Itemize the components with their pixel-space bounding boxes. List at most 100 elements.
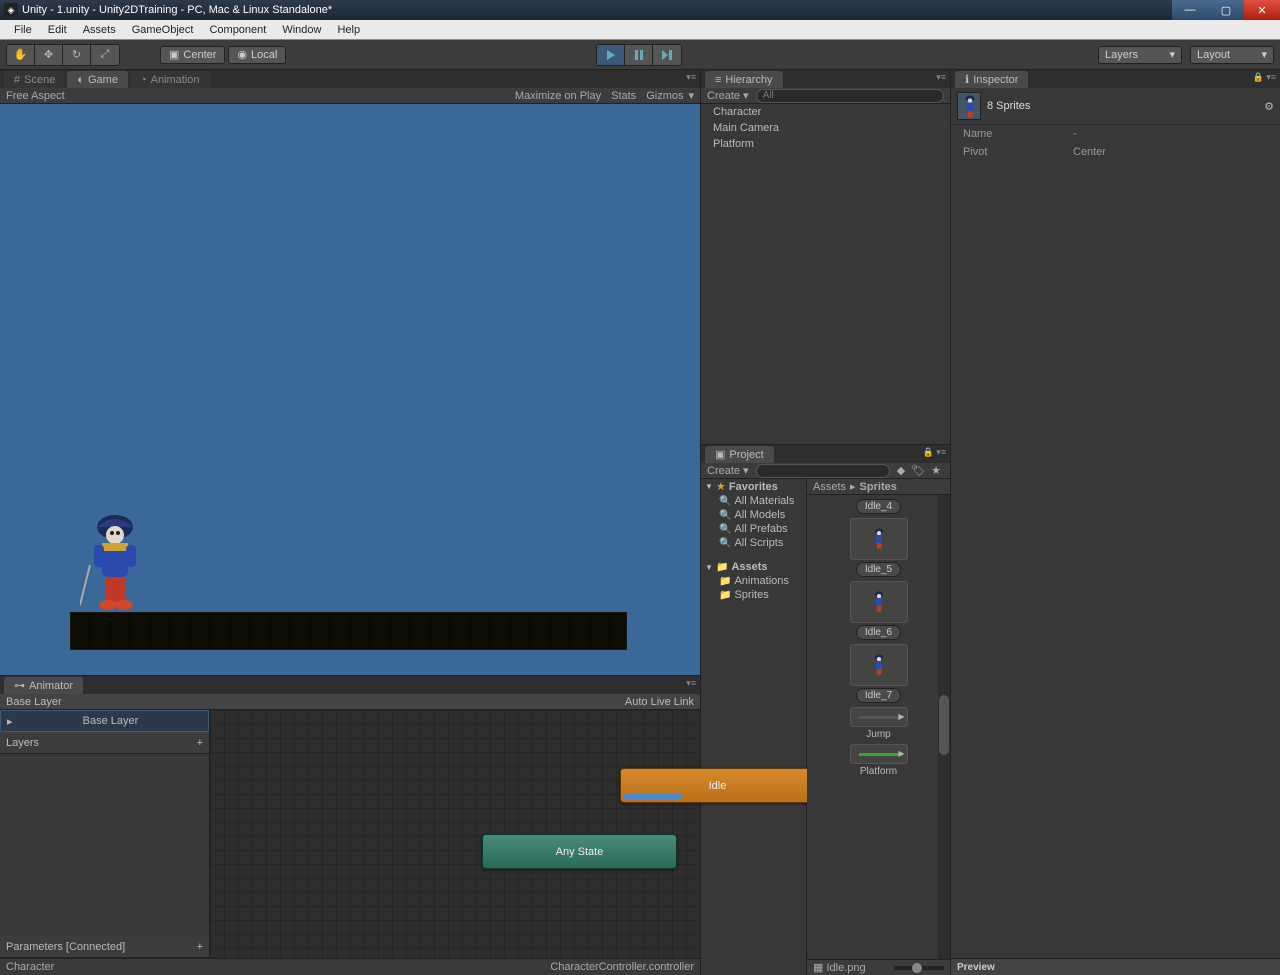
chevron-down-icon[interactable]: ▾ (688, 89, 694, 102)
panel-options-icon[interactable]: 🔒 ▾≡ (923, 447, 946, 458)
rotate-tool[interactable]: ↻ (63, 45, 91, 65)
state-node-anystate[interactable]: Any State (482, 834, 677, 869)
menu-component[interactable]: Component (201, 20, 274, 40)
asset-item[interactable]: Idle_6 (839, 581, 919, 640)
hierarchy-item[interactable]: Character (701, 104, 950, 120)
view-tabs: #Scene ◐Game ◔Animation ▾≡ (0, 70, 700, 88)
project-tree[interactable]: ▼★Favorites 🔍All Materials 🔍All Models 🔍… (701, 479, 807, 975)
favorite-item[interactable]: 🔍All Models (701, 508, 806, 522)
scale-tool[interactable]: ⤢ (91, 45, 119, 65)
favorite-item[interactable]: 🔍All Scripts (701, 536, 806, 550)
animator-panel: ⊶Animator ▾≡ Base Layer Auto Live Link ▸… (0, 675, 700, 975)
panel-options-icon[interactable]: ▾≡ (936, 72, 946, 83)
step-button[interactable] (653, 45, 681, 65)
folder-item[interactable]: 📁Animations (701, 574, 806, 588)
menu-assets[interactable]: Assets (75, 20, 124, 40)
aspect-dropdown[interactable]: Free Aspect (6, 90, 65, 102)
tab-game[interactable]: ◐Game (67, 71, 128, 88)
scrollbar[interactable] (938, 495, 950, 959)
play-button[interactable] (597, 45, 625, 65)
close-button[interactable]: ✕ (1244, 0, 1280, 20)
center-icon: ▣ (169, 48, 179, 61)
project-search-input[interactable] (756, 464, 890, 478)
game-view-toolbar: Free Aspect Maximize on Play Stats Gizmo… (0, 88, 700, 104)
scene-icon: # (14, 74, 20, 86)
project-grid[interactable]: Idle_4 Idle_5 Idle_6 Idle_7 ▶Jump ▶Platf… (807, 495, 950, 959)
asset-item[interactable]: ▶Platform (839, 744, 919, 777)
filter-icon[interactable]: ◆ (894, 464, 908, 477)
menu-edit[interactable]: Edit (40, 20, 75, 40)
play-indicator-icon: ▸ (7, 715, 19, 728)
animator-icon: ⊶ (14, 679, 25, 692)
stats-toggle[interactable]: Stats (606, 90, 641, 102)
asset-item[interactable]: Idle_5 (839, 518, 919, 577)
handle-rotation-toggle[interactable]: ◉Local (228, 46, 286, 64)
tab-inspector[interactable]: ℹInspector (955, 71, 1028, 88)
local-icon: ◉ (237, 48, 247, 61)
minimize-button[interactable]: — (1172, 0, 1208, 20)
panel-options-icon[interactable]: ▾≡ (686, 72, 696, 83)
hierarchy-create-dropdown[interactable]: Create (707, 90, 740, 102)
panel-options-icon[interactable]: 🔒 ▾≡ (1253, 72, 1276, 83)
maximize-on-play-toggle[interactable]: Maximize on Play (510, 90, 606, 102)
tab-animation[interactable]: ◔Animation (130, 71, 210, 88)
project-create-dropdown[interactable]: Create (707, 465, 740, 477)
pause-button[interactable] (625, 45, 653, 65)
favorite-item[interactable]: 🔍All Prefabs (701, 522, 806, 536)
tab-hierarchy[interactable]: ≡Hierarchy (705, 71, 783, 88)
maximize-button[interactable]: ▢ (1208, 0, 1244, 20)
panel-options-icon[interactable]: ▾≡ (686, 678, 696, 689)
menu-window[interactable]: Window (274, 20, 329, 40)
asset-item[interactable]: ▶Jump (839, 707, 919, 740)
hierarchy-search-input[interactable] (756, 89, 944, 103)
sprite-icon: ▦ (813, 962, 823, 974)
main-toolbar: ✋ ✥ ↻ ⤢ ▣Center ◉Local Layers▾ Layout▾ (0, 40, 1280, 70)
sprite-preview-icon (957, 92, 981, 120)
project-statusbar: ▦ Idle.png (807, 959, 950, 975)
layers-header: Layers + (0, 732, 209, 754)
add-parameter-button[interactable]: + (197, 941, 203, 953)
menu-bar: File Edit Assets GameObject Component Wi… (0, 20, 1280, 40)
state-node-idle[interactable]: Idle (620, 768, 815, 803)
tab-scene[interactable]: #Scene (4, 71, 65, 88)
folder-item[interactable]: 📁Sprites (701, 588, 806, 602)
animator-layer-base[interactable]: ▸ Base Layer (0, 710, 209, 732)
animator-breadcrumb[interactable]: Base Layer (6, 696, 62, 708)
platform-sprite (70, 612, 627, 650)
project-panel: ▣Project 🔒 ▾≡ Create▾ ◆ 🏷 ★ ▼★Favorites … (701, 444, 950, 975)
menu-gameobject[interactable]: GameObject (124, 20, 202, 40)
favorites-header[interactable]: ▼★Favorites (701, 479, 806, 494)
gear-icon[interactable]: ⚙ (1264, 100, 1274, 113)
layout-dropdown[interactable]: Layout▾ (1190, 46, 1274, 64)
hierarchy-list[interactable]: Character Main Camera Platform (701, 104, 950, 444)
assets-header[interactable]: ▼📁Assets (701, 560, 806, 574)
auto-live-link-toggle[interactable]: Auto Live Link (625, 696, 694, 708)
favorite-item[interactable]: 🔍All Materials (701, 494, 806, 508)
hand-tool[interactable]: ✋ (7, 45, 35, 65)
asset-item[interactable]: Idle_4 (839, 499, 919, 514)
layers-dropdown[interactable]: Layers▾ (1098, 46, 1182, 64)
animator-statusbar: Character CharacterController.controller (0, 958, 700, 975)
asset-item[interactable]: Idle_7 (839, 644, 919, 703)
hierarchy-item[interactable]: Platform (701, 136, 950, 152)
menu-help[interactable]: Help (329, 20, 368, 40)
chevron-down-icon: ▾ (740, 89, 752, 102)
gizmos-toggle[interactable]: Gizmos (641, 90, 688, 102)
window-titlebar: ◈ Unity - 1.unity - Unity2DTraining - PC… (0, 0, 1280, 20)
character-sprite (80, 505, 150, 615)
filter-icon[interactable]: 🏷 (908, 464, 928, 477)
preview-header[interactable]: Preview (951, 958, 1280, 975)
tab-animator[interactable]: ⊶Animator (4, 677, 83, 694)
move-tool[interactable]: ✥ (35, 45, 63, 65)
tab-project[interactable]: ▣Project (705, 446, 774, 463)
menu-file[interactable]: File (6, 20, 40, 40)
thumbnail-size-slider[interactable] (894, 966, 944, 970)
animator-layers-panel: ▸ Base Layer Layers + Parameters [Connec… (0, 710, 210, 958)
filter-icon[interactable]: ★ (928, 464, 944, 477)
game-icon: ◐ (77, 74, 84, 86)
pivot-mode-toggle[interactable]: ▣Center (160, 46, 225, 64)
hierarchy-item[interactable]: Main Camera (701, 120, 950, 136)
add-layer-button[interactable]: + (197, 737, 203, 749)
animator-graph[interactable]: Idle Any State (210, 710, 700, 958)
animation-icon: ◔ (140, 74, 147, 86)
